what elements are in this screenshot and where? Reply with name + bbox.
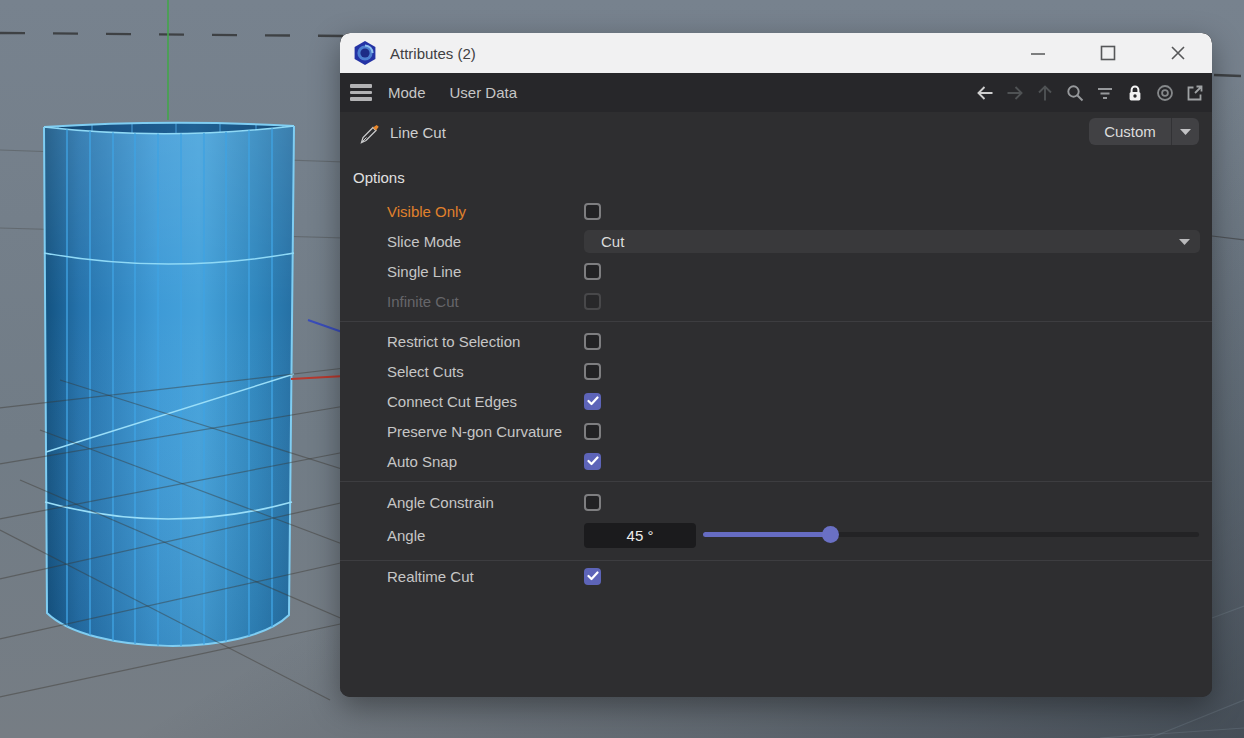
checkbox-realtime-cut[interactable]	[584, 568, 601, 585]
option-label: Single Line	[387, 263, 461, 280]
checkbox-single-line[interactable]	[584, 263, 601, 280]
back-icon[interactable]	[974, 82, 995, 103]
option-label: Auto Snap	[387, 453, 457, 470]
option-row-restrict: Restrict to Selection	[340, 326, 1199, 356]
slice-mode-value: Cut	[601, 233, 624, 250]
up-icon[interactable]	[1034, 82, 1055, 103]
search-icon[interactable]	[1064, 82, 1085, 103]
option-label: Select Cuts	[387, 363, 464, 380]
option-row-slice-mode: Slice Mode Cut	[340, 226, 1199, 256]
option-row-angle-constrain: Angle Constrain	[340, 487, 1199, 517]
menu-user-data[interactable]: User Data	[438, 84, 530, 101]
line-cut-tool-icon	[357, 121, 381, 145]
cylinder-object[interactable]	[44, 123, 294, 662]
tool-name: Line Cut	[390, 124, 446, 141]
checkbox-preserve-ngon[interactable]	[584, 423, 601, 440]
slice-mode-dropdown[interactable]: Cut	[584, 230, 1200, 253]
option-row-single-line: Single Line	[340, 256, 1199, 286]
option-label: Preserve N-gon Curvature	[387, 423, 562, 440]
option-row-connect-cut-edges: Connect Cut Edges	[340, 386, 1199, 416]
maximize-button[interactable]	[1099, 44, 1117, 62]
dropdown-arrow-icon	[1179, 239, 1190, 245]
option-row-infinite-cut: Infinite Cut	[340, 286, 1199, 316]
angle-slider[interactable]	[703, 532, 1199, 537]
attributes-window: Attributes (2) Mode User Data	[340, 33, 1212, 697]
attributes-content: Line Cut Custom Options Visible Only Sli…	[340, 112, 1212, 697]
option-label: Infinite Cut	[387, 293, 459, 310]
checkbox-infinite-cut	[584, 293, 601, 310]
section-title: Options	[353, 169, 405, 186]
option-label: Realtime Cut	[387, 568, 474, 585]
preset-label: Custom	[1089, 123, 1171, 140]
close-button[interactable]	[1169, 44, 1187, 62]
window-title: Attributes (2)	[390, 45, 476, 62]
option-label: Angle	[387, 527, 425, 544]
option-row-select-cuts: Select Cuts	[340, 356, 1199, 386]
record-icon[interactable]	[1154, 82, 1175, 103]
checkbox-angle-constrain[interactable]	[584, 494, 601, 511]
option-label: Restrict to Selection	[387, 333, 520, 350]
option-row-visible-only: Visible Only	[340, 196, 1199, 226]
angle-slider-fill	[703, 532, 830, 537]
checkbox-auto-snap[interactable]	[584, 453, 601, 470]
option-row-auto-snap: Auto Snap	[340, 446, 1199, 476]
cinema4d-icon	[352, 40, 378, 66]
checkbox-connect-cut-edges[interactable]	[584, 393, 601, 410]
option-row-angle: Angle 45 °	[340, 520, 1199, 550]
angle-slider-handle[interactable]	[822, 526, 839, 543]
tool-header: Line Cut Custom	[340, 112, 1212, 154]
open-new-icon[interactable]	[1184, 82, 1205, 103]
separator	[340, 321, 1212, 322]
checkbox-restrict-to-selection[interactable]	[584, 333, 601, 350]
separator	[340, 481, 1212, 482]
filter-icon[interactable]	[1094, 82, 1115, 103]
option-label: Slice Mode	[387, 233, 461, 250]
option-label: Visible Only	[387, 203, 466, 220]
lock-icon[interactable]	[1124, 82, 1145, 103]
minimize-button[interactable]	[1029, 44, 1047, 62]
forward-icon[interactable]	[1004, 82, 1025, 103]
preset-button[interactable]: Custom	[1089, 118, 1199, 145]
option-row-preserve-ngon: Preserve N-gon Curvature	[340, 416, 1199, 446]
option-label: Connect Cut Edges	[387, 393, 517, 410]
window-titlebar[interactable]: Attributes (2)	[340, 33, 1212, 73]
menu-mode[interactable]: Mode	[376, 84, 438, 101]
option-row-realtime-cut: Realtime Cut	[340, 561, 1199, 591]
angle-value-field[interactable]: 45 °	[584, 523, 696, 548]
checkbox-visible-only[interactable]	[584, 203, 601, 220]
preset-dropdown-arrow[interactable]	[1172, 129, 1199, 135]
menu-icon[interactable]	[350, 84, 372, 101]
option-label: Angle Constrain	[387, 494, 494, 511]
window-menubar: Mode User Data	[340, 73, 1212, 112]
checkbox-select-cuts[interactable]	[584, 363, 601, 380]
